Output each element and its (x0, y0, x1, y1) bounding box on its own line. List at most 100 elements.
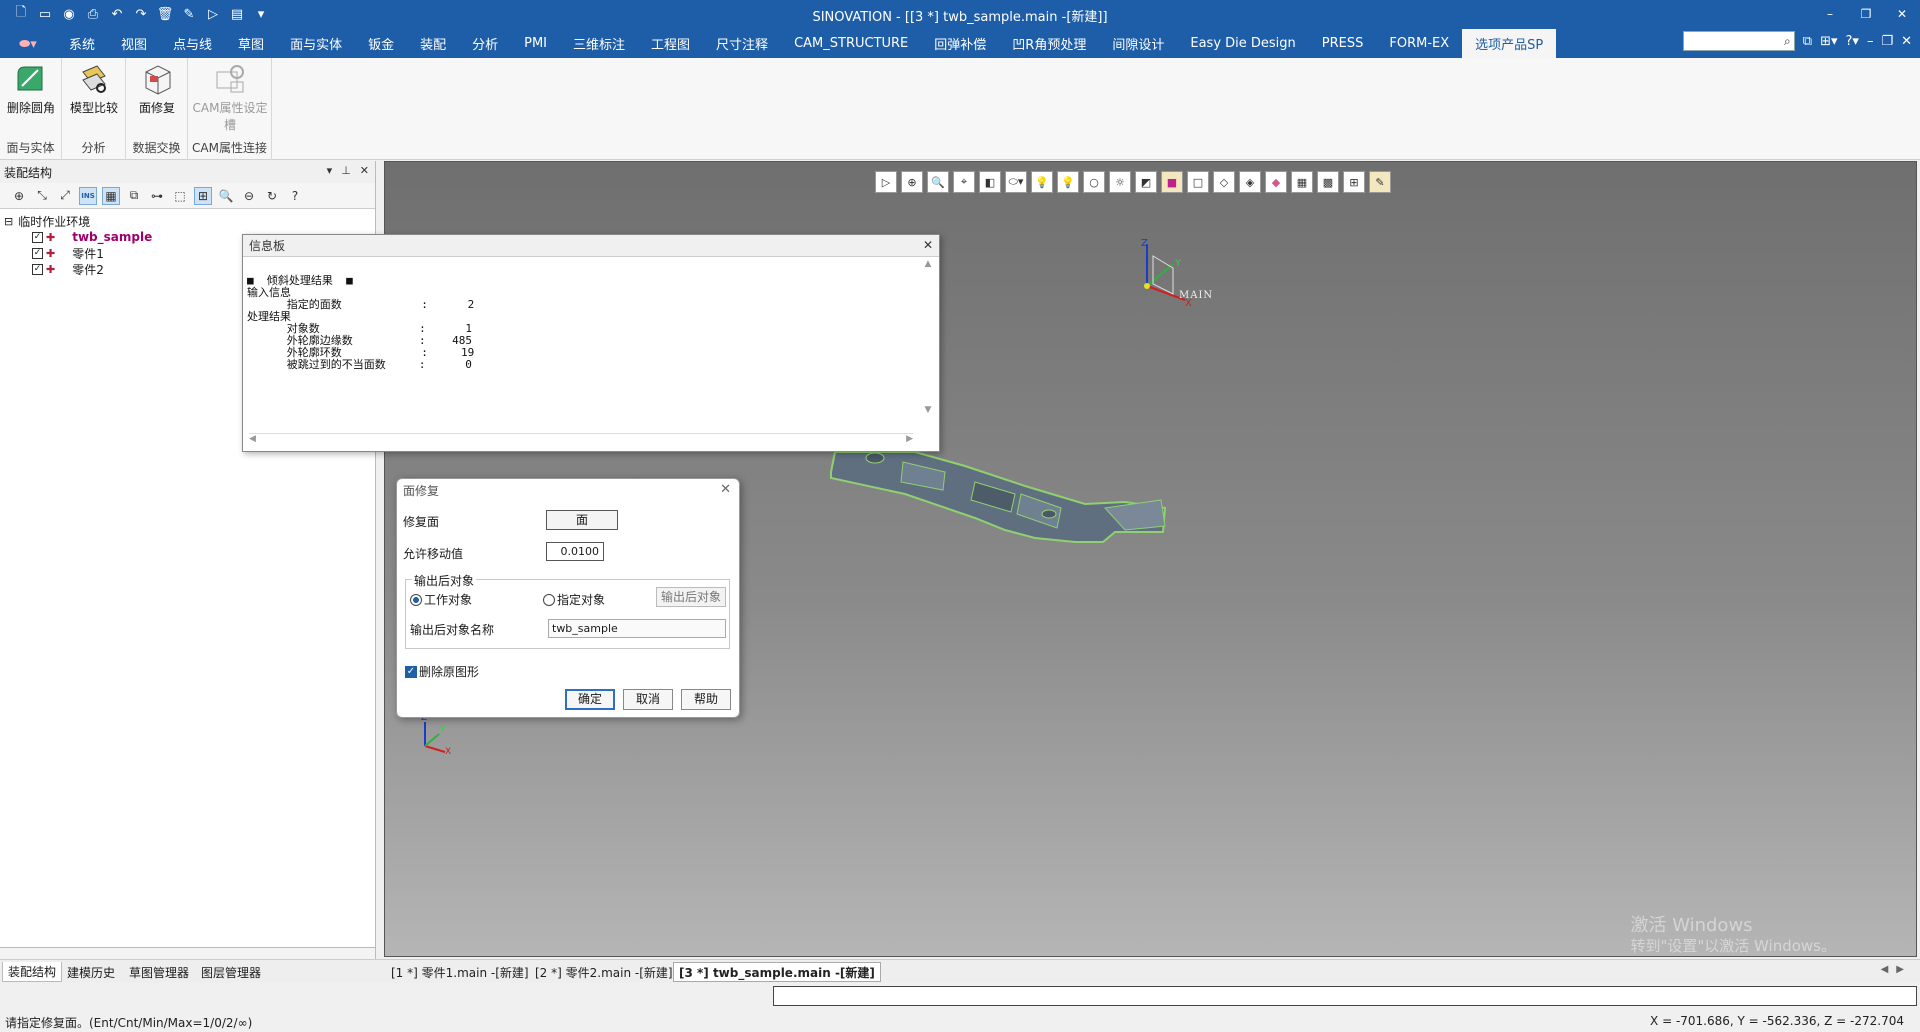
app-logo-icon[interactable]: ⬬▾ (0, 30, 56, 58)
structure-icon[interactable]: ▦ (102, 186, 120, 205)
view-orient-icon[interactable]: ⬭▾ (1005, 171, 1027, 193)
mdi-restore-icon[interactable]: ❐ (1881, 34, 1893, 49)
collapse-icon[interactable]: ⤢ (56, 187, 74, 205)
open-icon[interactable]: ▭ (36, 5, 54, 23)
tree-root[interactable]: ⊟ 临时作业环境 (4, 213, 375, 229)
command-input[interactable] (773, 986, 1917, 1006)
horizontal-scrollbar[interactable]: ◀ ▶ (249, 433, 913, 445)
render-mode-icon[interactable]: ◩ (1135, 171, 1157, 193)
select-icon[interactable]: ⬚ (171, 187, 189, 205)
zoom-window-icon[interactable]: ⊕ (901, 171, 923, 193)
grid-icon[interactable]: ▦ (1291, 171, 1313, 193)
menu-item[interactable]: 回弹补偿 (921, 29, 999, 57)
search-icon[interactable]: ⌕ (1784, 34, 1791, 49)
pink-cube-icon[interactable]: ◆ (1265, 171, 1287, 193)
menu-item[interactable]: 系统 (56, 29, 108, 57)
help-icon[interactable]: ? (286, 187, 304, 205)
highlight-icon[interactable]: ✎ (1369, 171, 1391, 193)
close-icon[interactable]: ✕ (720, 482, 731, 497)
edge-cube-icon[interactable]: ◈ (1239, 171, 1261, 193)
shaded-cube-icon[interactable]: ■ (1161, 171, 1183, 193)
mdi-close-icon[interactable]: ✕ (1901, 34, 1912, 49)
tab-layer-manager[interactable]: 图层管理器 (196, 962, 266, 982)
output-name-input[interactable]: twb_sample (548, 619, 726, 638)
hidden-cube-icon[interactable]: ◇ (1213, 171, 1235, 193)
zoom-fit-icon[interactable]: ⌖ (953, 171, 975, 193)
doc-tab-part2[interactable]: [2 *] 零件2.main -[新建] (530, 962, 678, 982)
minimize-icon[interactable]: – (1812, 0, 1848, 28)
tab-sketch-manager[interactable]: 草图管理器 (124, 962, 194, 982)
menu-item[interactable]: 工程图 (638, 29, 703, 57)
zoom-out-icon[interactable]: ⊖ (240, 187, 258, 205)
work-object-radio[interactable]: 工作对象 (410, 591, 472, 608)
restore-icon[interactable]: ❐ (1848, 0, 1884, 28)
print-icon[interactable]: ⎙ (84, 5, 102, 23)
cancel-button[interactable]: 取消 (623, 689, 673, 710)
delete-icon[interactable]: 🗑 (156, 5, 174, 23)
dialog-header[interactable]: 面修复 ✕ (397, 479, 739, 501)
panel-dropdown-icon[interactable]: ▾ (327, 164, 333, 177)
panel-close-icon[interactable]: ✕ (360, 164, 369, 177)
menu-item[interactable]: PMI (511, 29, 560, 57)
tolerance-input[interactable]: 0.0100 (546, 542, 604, 561)
new-file-icon[interactable]: 🗋 (12, 5, 30, 23)
select-face-button[interactable]: 面 (546, 510, 618, 530)
light-bulb-icon[interactable]: ○ (1083, 171, 1105, 193)
tree-item-label[interactable]: 零件2 (72, 261, 104, 278)
menu-item[interactable]: PRESS (1309, 29, 1377, 57)
delete-fillet-button[interactable]: 删除圆角 (3, 62, 59, 116)
expand-icon[interactable]: ⤡ (33, 187, 51, 205)
window-layout-icon[interactable]: ⧉ (1803, 34, 1812, 49)
tree-view-icon[interactable]: ⊞ (194, 186, 212, 205)
play-icon[interactable]: ▷ (875, 171, 897, 193)
doc-tab-twb-sample[interactable]: [3 *] twb_sample.main -[新建] (673, 962, 881, 982)
redo-icon[interactable]: ↷ (132, 5, 150, 23)
close-icon[interactable]: ✕ (1884, 0, 1920, 28)
search-input[interactable]: ⌕ (1682, 31, 1795, 51)
save-icon[interactable]: ◉ (60, 5, 78, 23)
menu-item[interactable]: Easy Die Design (1177, 29, 1308, 57)
radio-dot[interactable] (410, 593, 422, 606)
import-icon[interactable]: ⊕ (10, 187, 28, 205)
dropdown-icon[interactable]: ▾ (252, 5, 270, 23)
menu-item[interactable]: 钣金 (355, 29, 407, 57)
ok-button[interactable]: 确定 (565, 689, 615, 710)
zoom-icon[interactable]: 🔍 (927, 171, 949, 193)
mdi-minimize-icon[interactable]: – (1867, 34, 1874, 49)
grid-settings-icon[interactable]: ⊞ (1343, 171, 1365, 193)
specified-object-radio[interactable]: 指定对象 (543, 591, 605, 608)
copy-icon[interactable]: ⧉ (125, 187, 143, 205)
menu-item[interactable]: 尺寸注释 (703, 29, 781, 57)
tab-nav-arrows[interactable]: ◀▶ (1881, 964, 1912, 975)
zoom-in-icon[interactable]: 🔍 (217, 187, 235, 205)
wire-cube-icon[interactable]: □ (1187, 171, 1209, 193)
tree-item-label[interactable]: 零件1 (72, 245, 104, 262)
help-button[interactable]: 帮助 (681, 689, 731, 710)
output-object-button[interactable]: 输出后对象 (656, 587, 726, 607)
light-icon[interactable]: 💡 (1057, 171, 1079, 193)
menu-item[interactable]: FORM-EX (1376, 29, 1462, 57)
pen-icon[interactable]: ✎ (180, 5, 198, 23)
tab-modeling-history[interactable]: 建模历史 (62, 962, 120, 982)
lights-multi-icon[interactable]: ☼ (1109, 171, 1131, 193)
menu-item[interactable]: 装配 (407, 29, 459, 57)
light-top-icon[interactable]: 💡 (1031, 171, 1053, 193)
undo-icon[interactable]: ↶ (108, 5, 126, 23)
menu-item[interactable]: 面与实体 (277, 29, 355, 57)
menu-item[interactable]: 分析 (459, 29, 511, 57)
visibility-checkbox[interactable]: ✓ (32, 263, 43, 275)
tree-item-label[interactable]: twb_sample (72, 230, 152, 244)
menu-item[interactable]: 视图 (108, 29, 160, 57)
menu-item[interactable]: 三维标注 (560, 29, 638, 57)
view-switch-icon[interactable]: ⊞▾ (1820, 34, 1837, 49)
shaded-view-icon[interactable]: ◧ (979, 171, 1001, 193)
menu-item[interactable]: 选项产品SP (1462, 29, 1557, 58)
play-icon[interactable]: ▷ (204, 5, 222, 23)
menu-item[interactable]: 凹R角预处理 (999, 29, 1099, 57)
menu-item[interactable]: 间隙设计 (1099, 29, 1177, 57)
checkbox-box[interactable]: ✓ (405, 665, 417, 678)
tree-root-label[interactable]: 临时作业环境 (18, 213, 90, 230)
face-repair-button[interactable]: 面修复 (129, 62, 185, 116)
close-icon[interactable]: ✕ (923, 238, 933, 252)
visibility-checkbox[interactable]: ✓ (32, 231, 43, 243)
